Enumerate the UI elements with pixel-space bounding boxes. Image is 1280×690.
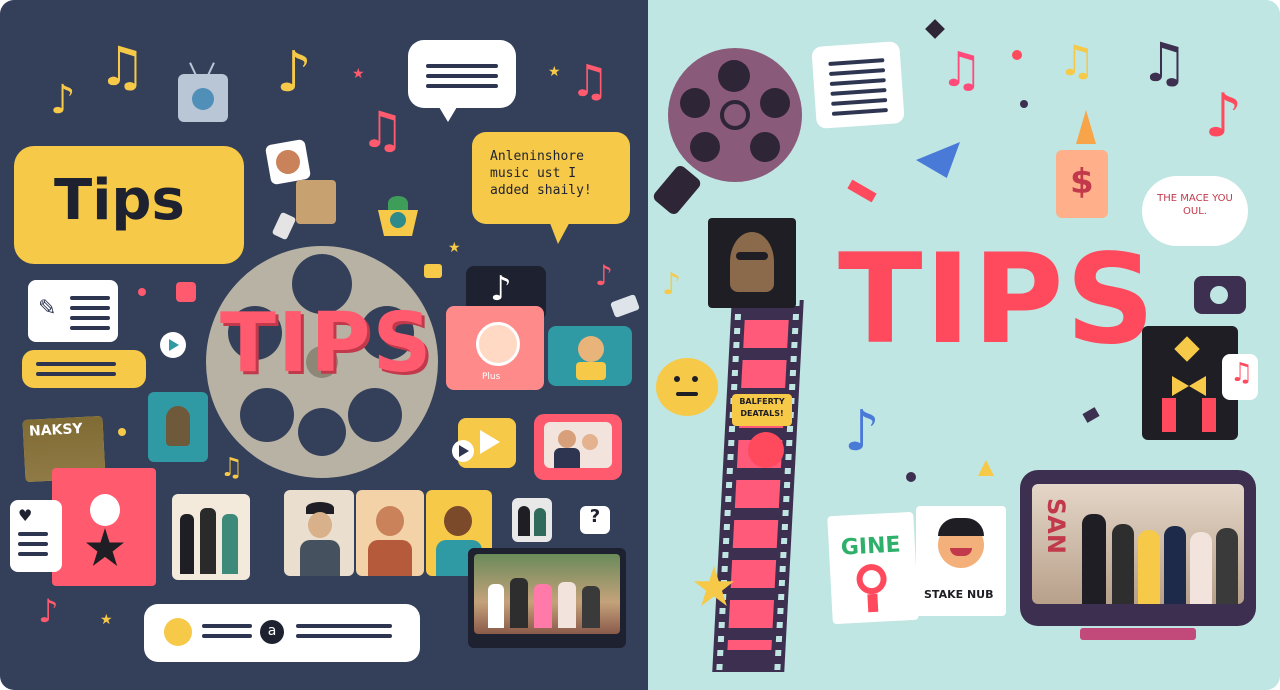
music-note-icon: ♫: [1230, 358, 1254, 388]
camera-icon: [424, 264, 442, 278]
cloud-bubble: THE MACE YOU OUL.: [1142, 176, 1248, 246]
portrait-photo: [356, 490, 424, 576]
monitor: [468, 548, 626, 648]
filmstrip-sign: BALFERTY DEATALS!: [732, 394, 792, 426]
music-note-icon: ♫: [360, 101, 405, 159]
red-circle-icon: [748, 432, 784, 468]
price-tag: $: [1056, 150, 1108, 218]
star-icon: ★: [100, 612, 113, 628]
dot-decoration: [118, 428, 126, 436]
music-note-card: ♫: [1222, 354, 1258, 400]
music-note-icon: ♪: [844, 399, 880, 464]
flame-icon: [1076, 110, 1096, 144]
play-icon[interactable]: [160, 332, 186, 358]
poster-label: NAKSY: [28, 421, 84, 440]
music-note-icon: ♫: [1140, 31, 1189, 94]
tv-stand: [1080, 628, 1196, 640]
coin-icon: [164, 618, 192, 646]
music-note-icon: ♪: [595, 259, 613, 292]
bottom-info-bar[interactable]: a: [144, 604, 420, 662]
reel-title: TIPS: [220, 296, 434, 391]
mask-card: [52, 468, 156, 586]
card2-label: STAKE NUB: [924, 588, 994, 601]
music-note-icon: ♫: [940, 42, 984, 98]
character-card: [548, 326, 632, 386]
tips-badge-label: Tips: [54, 168, 185, 233]
triangle-decoration: [978, 460, 994, 476]
poster-card: [708, 218, 796, 308]
label-card: GINE: [827, 511, 919, 625]
right-panel: ♫ ♫ ♫ ♪ ♪ ♪ $ THE MACE YOU OUL. BALFERTY…: [648, 0, 1280, 690]
dot-decoration: [138, 288, 146, 296]
favorite-card[interactable]: ♥: [10, 500, 62, 572]
dot-decoration: [1012, 50, 1022, 60]
music-note-icon: ♪: [50, 77, 76, 123]
group-photo: [172, 494, 250, 580]
document-card: ✎: [28, 280, 118, 342]
plant-icon: [378, 196, 418, 236]
diamond-decoration: [925, 19, 945, 39]
music-note-icon: ♪: [276, 40, 312, 105]
question-icon[interactable]: ?: [580, 506, 610, 534]
reel-handle: [651, 163, 703, 217]
music-note-icon: ♪: [662, 267, 682, 302]
video-call-card: [534, 414, 622, 480]
dot-decoration: [1020, 100, 1028, 108]
yellow-text-bar: [22, 350, 146, 388]
heart-icon: ♥: [18, 506, 33, 525]
bag-icon: [296, 180, 336, 224]
chat-bubble-icon: [408, 40, 516, 122]
play-card[interactable]: [452, 418, 516, 468]
music-note-icon: ♫: [1058, 36, 1096, 85]
speech-text: Anleninshore music ust I added shaily!: [490, 149, 592, 198]
dog-icon: [264, 138, 312, 186]
remote-icon: [271, 211, 297, 241]
tips-badge: Tips: [14, 146, 244, 264]
portrait-photo: [284, 490, 354, 576]
star-icon: ★: [448, 240, 461, 256]
dash-decoration: [847, 179, 877, 203]
badge-icon: a: [260, 620, 284, 644]
cloud-bubble-text: THE MACE YOU OUL.: [1157, 193, 1233, 217]
emoji-bubble: [656, 358, 718, 416]
arrow-decoration: [916, 142, 960, 178]
music-note-icon: ♪: [38, 592, 59, 630]
music-note-icon: ♫: [98, 35, 147, 98]
star-icon: ★: [548, 64, 561, 80]
play-icon[interactable]: [452, 440, 474, 462]
character-card: [148, 392, 208, 462]
tv-sign: SAN: [1042, 498, 1070, 554]
photo-card: Plus: [446, 306, 544, 390]
document-card: [811, 41, 905, 129]
left-panel: ♪ ♫ ♪ ♫ ♫ ♪ ♫ ♪ ★ ★ ★ ★ Tips Anleninshor…: [0, 0, 648, 690]
label-card: STAKE NUB: [916, 506, 1006, 616]
microphone-icon: [610, 294, 640, 318]
music-note-icon: ♫: [220, 453, 244, 483]
tv-screen: SAN: [1020, 470, 1256, 626]
dollar-icon: $: [1070, 162, 1094, 202]
music-note-icon: ♪: [1204, 81, 1243, 151]
music-note-icon: ♪: [490, 269, 512, 309]
page-title: TIPS: [838, 228, 1157, 372]
filmstrip: [712, 300, 804, 672]
dash-decoration: [1082, 407, 1100, 423]
music-note-icon: ♫: [570, 56, 610, 107]
dot-decoration: [906, 472, 916, 482]
card1-label: GINE: [840, 532, 902, 561]
camera-icon[interactable]: [1194, 276, 1246, 314]
photo-card-caption: Plus: [482, 372, 501, 382]
filmstrip-sign-text: BALFERTY DEATALS!: [739, 397, 785, 418]
film-reel-icon: [668, 48, 802, 182]
speech-bubble: Anleninshore music ust I added shaily!: [472, 132, 630, 244]
star-icon: ★: [352, 66, 365, 82]
people-icon: [512, 498, 552, 542]
chat-bubble-icon: [176, 282, 196, 302]
tv-icon: [178, 62, 228, 122]
